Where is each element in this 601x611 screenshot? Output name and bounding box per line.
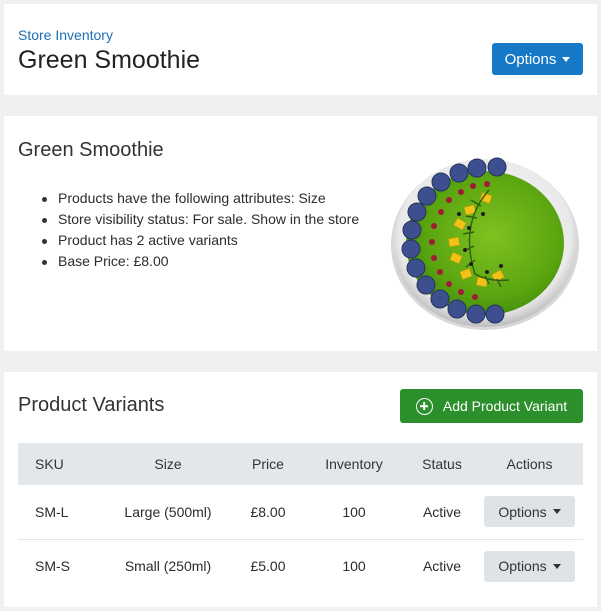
product-name: Green Smoothie [18,139,164,161]
variants-table: SKU Size Price Inventory Status Actions … [18,443,583,593]
page-title: Green Smoothie [18,46,201,74]
cell-sku: SM-L [35,503,69,520]
column-header-inventory: Inventory [325,456,383,472]
page-header: Store Inventory Green Smoothie Options [4,4,597,95]
row-options-label: Options [498,558,547,575]
row-options-label: Options [498,503,547,520]
cell-inventory: 100 [342,503,366,520]
options-dropdown-button[interactable]: Options [492,43,583,75]
plus-circle-icon [415,397,433,415]
cell-price: £5.00 [250,558,286,575]
status-badge: Active [422,503,462,520]
cell-actions: Options [476,539,583,593]
product-attributes-list: Products have the following attributes: … [34,188,359,272]
cell-sku: SM-S [35,558,70,575]
caret-down-icon [552,509,561,515]
cell-inventory: 100 [342,558,366,575]
cell-price: £8.00 [250,503,286,520]
add-product-variant-button[interactable]: Add Product Variant [400,389,583,423]
options-button-label: Options [504,50,557,68]
cell-size: Large (500ml) [124,503,212,520]
product-summary-card: Green Smoothie Products have the followi… [4,116,597,351]
column-header-price: Price [252,456,284,472]
status-badge: Active [422,558,462,575]
column-header-size: Size [154,456,182,472]
attribute-item: Products have the following attributes: … [34,188,359,209]
table-row: SM-L Large (500ml) £8.00 100 Active Opti… [18,485,583,539]
row-options-button[interactable]: Options [484,550,575,582]
column-header-sku: SKU [35,456,64,472]
breadcrumb-store-inventory[interactable]: Store Inventory [18,27,113,43]
product-variants-card: Product Variants Add Product Variant SKU… [4,372,597,607]
column-header-status: Status [422,456,462,472]
column-header-actions: Actions [506,456,553,472]
add-variant-label: Add Product Variant [442,398,568,414]
caret-down-icon [552,563,561,569]
green-smoothie-bowl-image [391,157,579,330]
attribute-item: Store visibility status: For sale. Show … [34,209,359,230]
table-header-row: SKU Size Price Inventory Status Actions [18,443,583,485]
variants-title: Product Variants [18,394,165,416]
cell-size: Small (250ml) [124,558,212,575]
cell-actions: Options [476,485,583,539]
caret-down-icon [562,56,571,62]
table-row: SM-S Small (250ml) £5.00 100 Active Opti… [18,539,583,593]
attribute-item: Product has 2 active variants [34,230,359,251]
row-options-button[interactable]: Options [484,496,575,528]
attribute-item: Base Price: £8.00 [34,251,359,272]
